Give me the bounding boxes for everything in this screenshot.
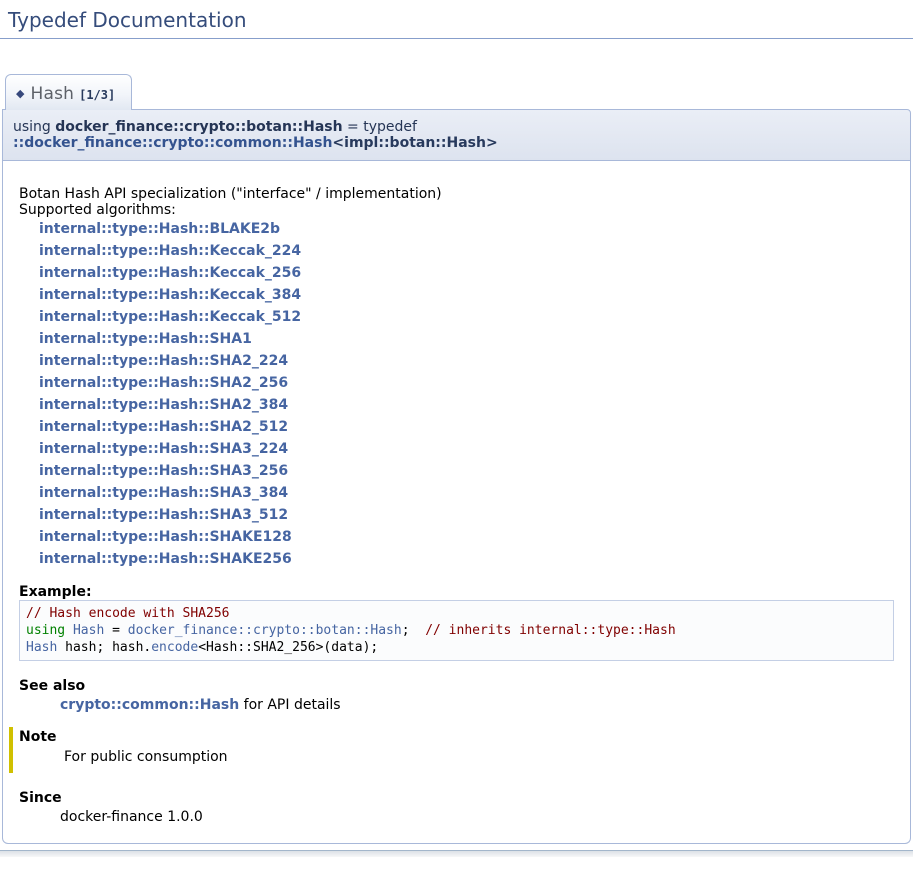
algorithm-link[interactable]: internal::type::Hash::Keccak_512	[39, 306, 894, 328]
member-title-tab: ◆ Hash [1/3]	[5, 74, 132, 110]
member-prototype: using docker_finance::crypto::botan::Has…	[2, 109, 911, 161]
anchor-diamond-icon[interactable]: ◆	[16, 87, 24, 100]
algorithm-link[interactable]: internal::type::Hash::SHA1	[39, 328, 894, 350]
code-token-plain: =	[104, 623, 127, 638]
code-token-comment: // inherits internal::type::Hash	[425, 623, 675, 638]
member-description: Botan Hash API specialization ("interfac…	[19, 186, 894, 202]
algorithm-link[interactable]: internal::type::Hash::SHA3_224	[39, 438, 894, 460]
code-fragment: // Hash encode with SHA256using Hash = d…	[19, 600, 894, 661]
algorithm-link[interactable]: internal::type::Hash::SHA3_512	[39, 504, 894, 526]
code-token-keyword: using	[26, 623, 65, 638]
since-label: Since	[19, 790, 894, 806]
example-label: Example:	[19, 584, 894, 600]
code-line: // Hash encode with SHA256	[26, 605, 887, 622]
member-item: ◆Hash[1/3] using docker_finance::crypto:…	[2, 73, 911, 844]
see-also-section: See also crypto::common::Hash for API de…	[19, 678, 894, 713]
algorithm-link[interactable]: internal::type::Hash::SHA2_224	[39, 350, 894, 372]
code-token-comment: // Hash encode with SHA256	[26, 606, 230, 621]
member-name: Hash	[30, 84, 74, 104]
code-token-plain: ;	[402, 623, 425, 638]
page-bottom-separator	[0, 850, 913, 857]
overload-counter: [1/3]	[79, 88, 115, 102]
code-token-plain: hash; hash.	[57, 640, 151, 655]
algorithm-link[interactable]: internal::type::Hash::SHAKE256	[39, 548, 894, 570]
code-link[interactable]: encode	[151, 640, 198, 655]
algorithm-link[interactable]: internal::type::Hash::Keccak_256	[39, 262, 894, 284]
code-token-plain	[65, 623, 73, 638]
decl-template-args: <impl::botan::Hash>	[332, 135, 497, 151]
code-token-plain: <Hash::SHA2_256>(data);	[198, 640, 378, 655]
see-also-label: See also	[19, 678, 894, 694]
algorithm-link[interactable]: internal::type::Hash::SHA3_256	[39, 460, 894, 482]
code-line: Hash hash; hash.encode<Hash::SHA2_256>(d…	[26, 639, 887, 656]
algorithm-link[interactable]: internal::type::Hash::Keccak_384	[39, 284, 894, 306]
algorithm-link[interactable]: internal::type::Hash::SHAKE128	[39, 526, 894, 548]
algorithm-link[interactable]: internal::type::Hash::SHA3_384	[39, 482, 894, 504]
decl-qualified-name: docker_finance::crypto::botan::Hash	[55, 119, 342, 135]
decl-prefix: using	[13, 119, 55, 135]
code-line: using Hash = docker_finance::crypto::bot…	[26, 622, 887, 639]
since-text: docker-finance 1.0.0	[60, 809, 894, 825]
algorithm-link[interactable]: internal::type::Hash::BLAKE2b	[39, 218, 894, 240]
see-also-link[interactable]: crypto::common::Hash	[60, 697, 239, 713]
note-text: For public consumption	[64, 749, 894, 765]
page-title: Typedef Documentation	[0, 0, 913, 39]
algorithm-link[interactable]: internal::type::Hash::SHA2_256	[39, 372, 894, 394]
code-link[interactable]: docker_finance::crypto::botan::Hash	[128, 623, 402, 638]
algorithm-link[interactable]: internal::type::Hash::SHA2_512	[39, 416, 894, 438]
note-label: Note	[19, 729, 894, 745]
note-section: Note For public consumption	[9, 727, 894, 773]
see-also-suffix: for API details	[239, 697, 340, 713]
code-link[interactable]: Hash	[73, 623, 104, 638]
algorithm-link[interactable]: internal::type::Hash::Keccak_224	[39, 240, 894, 262]
see-also-content: crypto::common::Hash for API details	[60, 697, 894, 713]
algorithm-list: internal::type::Hash::BLAKE2binternal::t…	[39, 218, 894, 570]
code-link[interactable]: Hash	[26, 640, 57, 655]
decl-equals: = typedef	[343, 119, 422, 135]
decl-target-link[interactable]: ::docker_finance::crypto::common::Hash	[13, 135, 332, 151]
since-section: Since docker-finance 1.0.0	[19, 790, 894, 825]
algorithm-link[interactable]: internal::type::Hash::SHA2_384	[39, 394, 894, 416]
supported-algorithms-label: Supported algorithms:	[19, 202, 894, 218]
member-doc-body: Botan Hash API specialization ("interfac…	[2, 161, 911, 844]
